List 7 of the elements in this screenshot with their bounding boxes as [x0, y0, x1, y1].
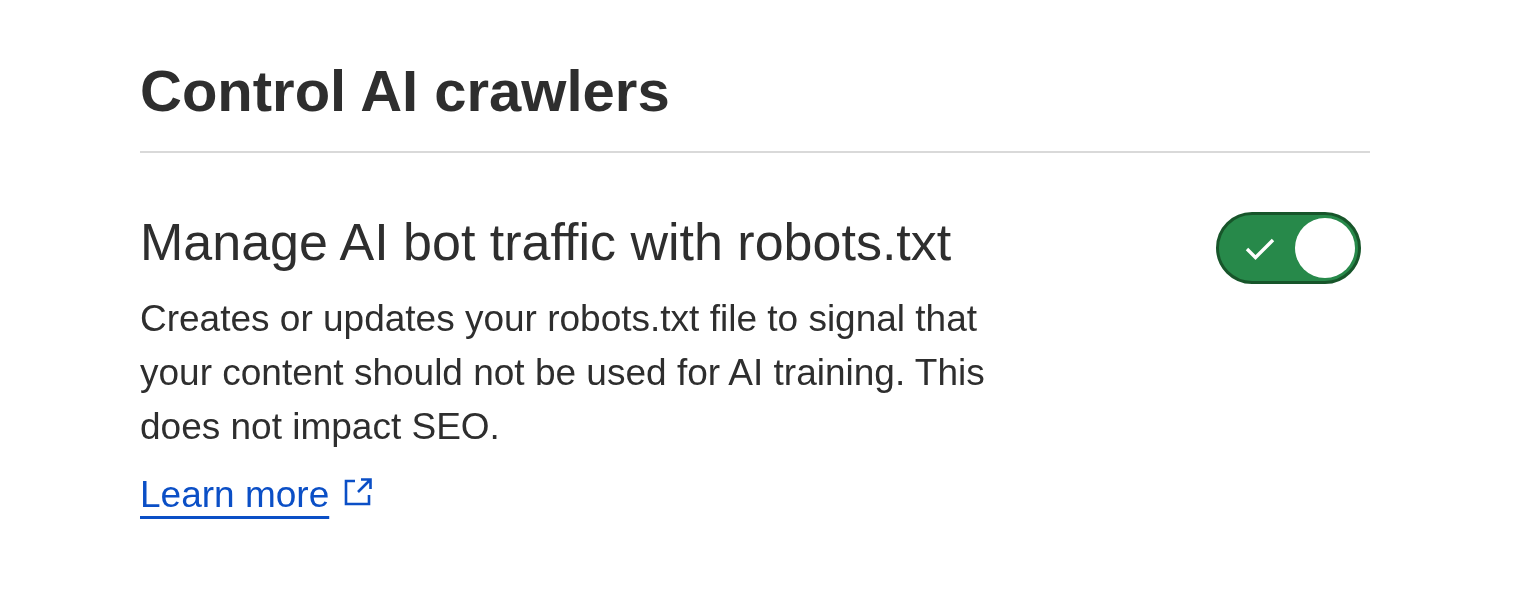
setting-title: Manage AI bot traffic with robots.txt [140, 212, 952, 272]
page-title: Control AI crawlers [140, 58, 670, 124]
external-link-icon [343, 477, 374, 507]
setting-description: Creates or updates your robots.txt file to signal that your content should not be used for AI training. This does not impact SEO. [140, 297, 986, 449]
check-icon [1245, 238, 1275, 260]
learn-more-link[interactable]: Learn more [140, 468, 374, 522]
toggle-thumb[interactable] [1295, 218, 1355, 278]
